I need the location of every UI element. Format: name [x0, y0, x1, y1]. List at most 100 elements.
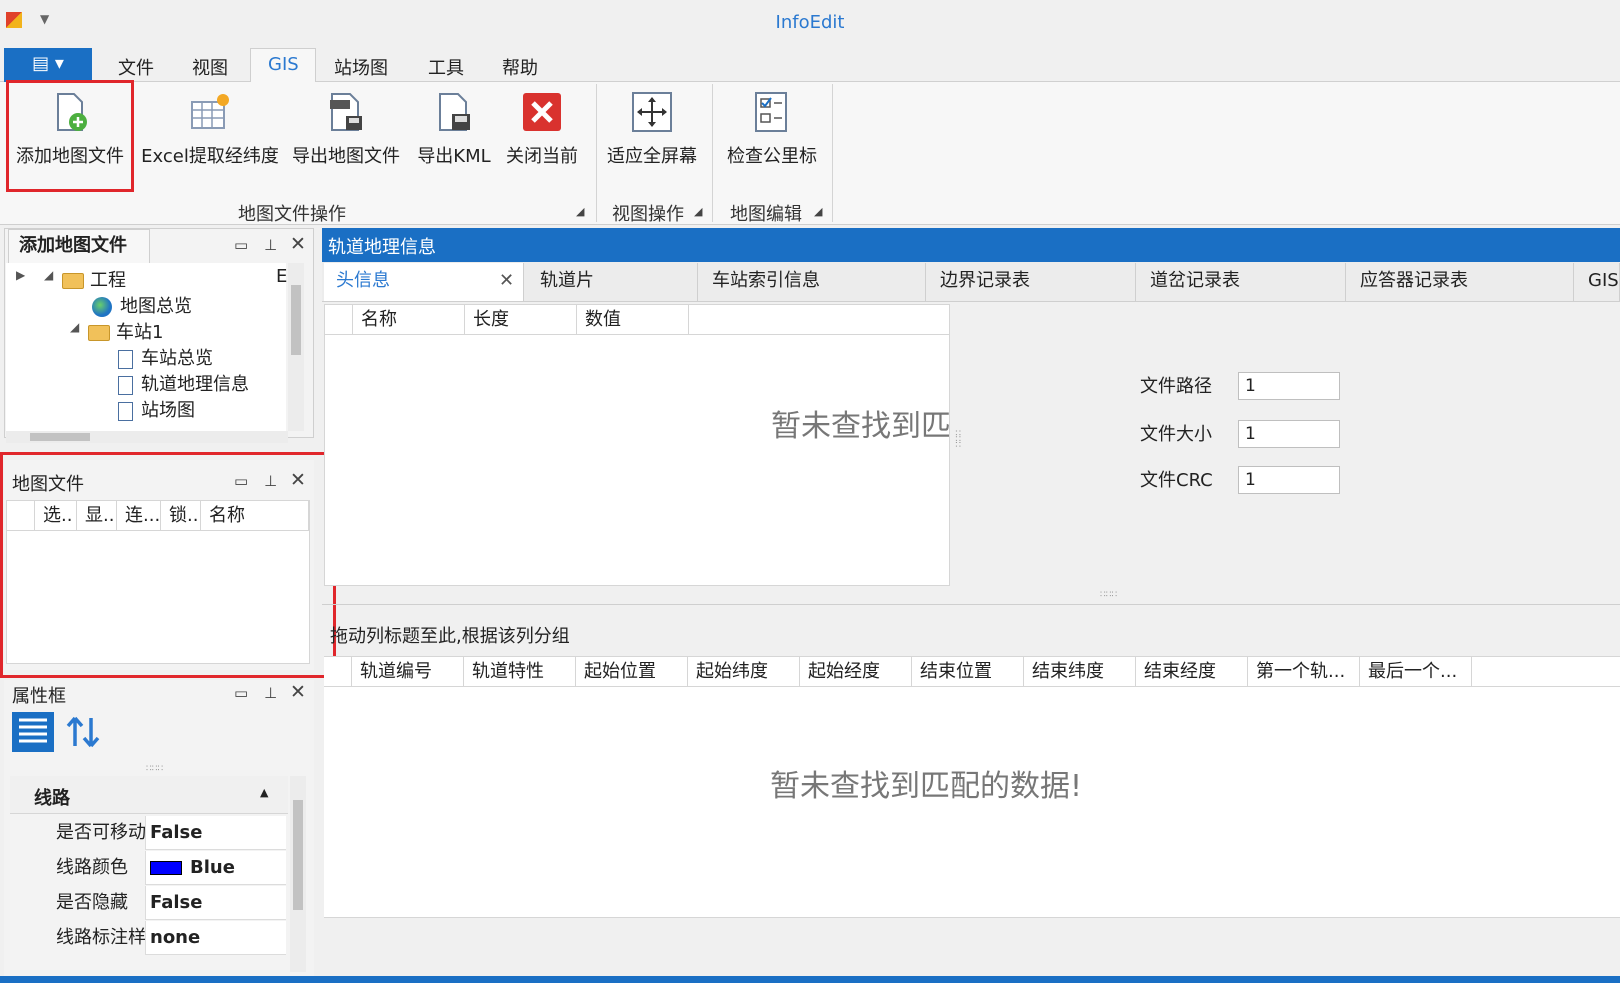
- tree-item-station1[interactable]: 车站1: [88, 318, 163, 344]
- file-size-label: 文件大小: [1140, 424, 1212, 445]
- tab-switch-records[interactable]: 道岔记录表: [1138, 263, 1346, 301]
- fit-full-screen-button[interactable]: 适应全屏幕: [600, 90, 704, 168]
- col-end-latitude[interactable]: 结束纬度: [1024, 657, 1136, 687]
- tab-file[interactable]: 文件: [118, 54, 154, 80]
- file-size-field[interactable]: 1: [1238, 420, 1340, 448]
- col-length[interactable]: 长度: [465, 305, 577, 335]
- splitter-grip-icon[interactable]: ∷∷∷: [952, 430, 962, 447]
- splitter-grip-icon[interactable]: ∷∷∷: [1100, 590, 1117, 600]
- expand-arrow-icon[interactable]: ▶: [16, 268, 25, 282]
- maximize-icon[interactable]: ▭: [234, 684, 248, 702]
- tab-boundary-records[interactable]: 边界记录表: [928, 263, 1136, 301]
- tab-track-segment[interactable]: 轨道片: [528, 263, 698, 301]
- scroll-thumb[interactable]: [30, 433, 90, 441]
- tab-gis[interactable]: GIS: [268, 54, 299, 75]
- property-row[interactable]: 是否隐藏 False: [30, 886, 286, 920]
- group-launcher-icon[interactable]: ◢: [694, 205, 702, 218]
- row-indicator-header: [324, 657, 352, 687]
- col-track-id[interactable]: 轨道编号: [352, 657, 464, 687]
- tree-item-station-overview[interactable]: 车站总览: [118, 344, 213, 370]
- excel-extract-latlng-button[interactable]: Excel提取经纬度: [140, 90, 280, 168]
- checklist-icon: [750, 90, 794, 134]
- splitter[interactable]: [322, 604, 1620, 605]
- tab-station-diagram[interactable]: 站场图: [334, 54, 388, 80]
- document-header: 轨道地理信息: [322, 228, 1620, 262]
- tree-vertical-scrollbar[interactable]: [288, 263, 304, 431]
- highlight-map-files-panel: [0, 452, 336, 678]
- sort-icon[interactable]: [62, 712, 104, 752]
- close-current-button[interactable]: 关闭当前: [502, 90, 582, 168]
- collapse-arrow-icon[interactable]: ◢: [70, 320, 79, 334]
- track-grid-header: 轨道编号 轨道特性 起始位置 起始纬度 起始经度 结束位置 结束纬度 结束经度 …: [324, 657, 1620, 687]
- pin-icon[interactable]: ⊥: [264, 684, 277, 702]
- file-path-field[interactable]: 1: [1238, 372, 1340, 400]
- col-end-longitude[interactable]: 结束经度: [1136, 657, 1248, 687]
- col-value[interactable]: 数值: [577, 305, 689, 335]
- tab-header-info[interactable]: 头信息 ✕: [324, 263, 524, 301]
- col-last[interactable]: 最后一个...: [1360, 657, 1472, 687]
- tree-item-station-diagram[interactable]: 站场图: [118, 396, 195, 422]
- col-start-position[interactable]: 起始位置: [576, 657, 688, 687]
- tree-horizontal-scrollbar[interactable]: [6, 431, 288, 443]
- tree-item-map-overview[interactable]: 地图总览: [92, 292, 192, 318]
- status-bar: [0, 976, 1620, 983]
- properties-scrollbar[interactable]: [290, 776, 306, 972]
- pin-icon[interactable]: ⊥: [264, 236, 277, 254]
- group-launcher-icon[interactable]: ◢: [814, 205, 822, 218]
- col-start-longitude[interactable]: 起始经度: [800, 657, 912, 687]
- close-red-icon: [520, 90, 564, 134]
- col-first-track[interactable]: 第一个轨...: [1248, 657, 1360, 687]
- property-name: 线路标注样: [30, 921, 146, 955]
- property-name: 线路颜色: [30, 851, 146, 885]
- title-bar: ▼ InfoEdit: [0, 0, 1620, 46]
- property-name: 是否可移动: [30, 816, 146, 850]
- tab-help[interactable]: 帮助: [502, 54, 538, 80]
- properties-panel-title: 属性框: [12, 686, 66, 707]
- file-crc-field[interactable]: 1: [1238, 466, 1340, 494]
- col-start-latitude[interactable]: 起始纬度: [688, 657, 800, 687]
- close-icon[interactable]: ✕: [290, 233, 306, 255]
- application-menu-button[interactable]: ▤ ▾: [4, 48, 92, 82]
- ribbon-group-separator: [712, 84, 713, 222]
- globe-icon: [92, 297, 112, 317]
- close-tab-icon[interactable]: ✕: [499, 263, 514, 299]
- tree-item-project[interactable]: 工程: [62, 266, 126, 292]
- scroll-thumb[interactable]: [293, 800, 303, 910]
- property-value[interactable]: Blue: [150, 851, 235, 885]
- tab-tools[interactable]: 工具: [428, 54, 464, 80]
- close-icon[interactable]: ✕: [290, 681, 306, 703]
- check-kilometer-mark-button[interactable]: 检查公里标: [720, 90, 824, 168]
- col-track-property[interactable]: 轨道特性: [464, 657, 576, 687]
- empty-data-message: 暂未查找到匹: [771, 409, 950, 444]
- group-launcher-icon[interactable]: ◢: [576, 205, 584, 218]
- col-end-position[interactable]: 结束位置: [912, 657, 1024, 687]
- property-value[interactable]: False: [150, 886, 202, 920]
- tree-item-track-geo-info[interactable]: 轨道地理信息: [118, 370, 249, 396]
- export-kml-button[interactable]: 导出KML: [414, 90, 494, 168]
- property-row[interactable]: 线路标注样 none: [30, 921, 286, 955]
- collapse-category-icon[interactable]: ▲: [260, 786, 268, 799]
- property-category-row[interactable]: 线路 ▲: [10, 776, 288, 814]
- tree-panel-tab[interactable]: 添加地图文件: [8, 229, 150, 263]
- export-map-file-button[interactable]: 导出地图文件: [290, 90, 402, 168]
- scroll-thumb[interactable]: [291, 285, 301, 355]
- splitter-grip-icon[interactable]: ∷∷∷: [146, 764, 163, 774]
- tab-gis[interactable]: GIS: [1576, 263, 1620, 301]
- tab-view[interactable]: 视图: [192, 54, 228, 80]
- col-name[interactable]: 名称: [353, 305, 465, 335]
- row-indicator-header: [325, 305, 353, 335]
- track-grid: 轨道编号 轨道特性 起始位置 起始纬度 起始经度 结束位置 结束纬度 结束经度 …: [324, 656, 1620, 918]
- maximize-icon[interactable]: ▭: [234, 236, 248, 254]
- property-row[interactable]: 线路颜色 Blue: [30, 851, 286, 885]
- property-value[interactable]: False: [150, 816, 202, 850]
- collapse-arrow-icon[interactable]: ◢: [44, 268, 53, 282]
- group-label-map-edit: 地图编辑: [730, 204, 802, 225]
- group-by-hint: 拖动列标题至此,根据该列分组: [330, 626, 570, 647]
- categorized-view-icon[interactable]: [12, 712, 54, 752]
- property-row[interactable]: 是否可移动 False: [30, 816, 286, 850]
- property-value[interactable]: none: [150, 921, 200, 955]
- tab-station-index[interactable]: 车站索引信息: [700, 263, 926, 301]
- highlight-add-map-file: [6, 80, 134, 192]
- tab-balise-records[interactable]: 应答器记录表: [1348, 263, 1574, 301]
- property-name: 是否隐藏: [30, 886, 146, 920]
